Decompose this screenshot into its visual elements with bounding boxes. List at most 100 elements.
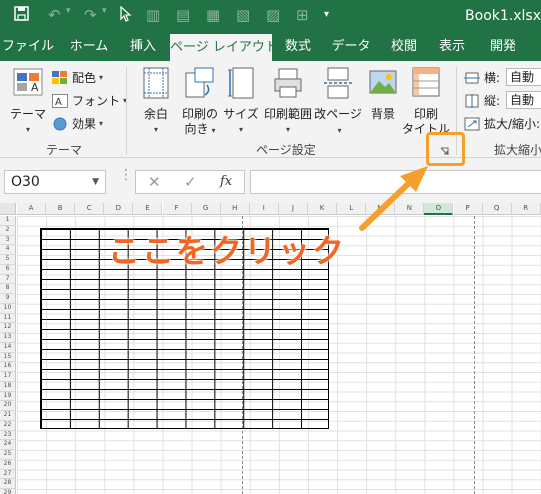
pointer-icon[interactable] [120,6,132,22]
column-header-l[interactable]: L [337,203,367,215]
name-box-dropdown-icon[interactable]: ▼ [92,171,99,193]
column-header-q[interactable]: Q [482,203,512,215]
row-header-1[interactable]: 1 [0,216,16,226]
column-header-j[interactable]: J [278,203,308,215]
column-header-d[interactable]: D [104,203,134,215]
toolbar-icon-2[interactable]: ▤ [176,6,190,24]
undo-icon[interactable]: ↶ [48,6,61,24]
tab-file[interactable]: ファイル [0,33,56,61]
tab-page-layout[interactable]: ページ レイアウト [170,34,278,61]
tab-formulas[interactable]: 数式 [276,33,320,61]
cancel-icon[interactable]: ✕ [148,173,161,191]
height-select[interactable]: 自動 [506,91,541,109]
enter-icon[interactable]: ✓ [184,173,197,191]
row-header-3[interactable]: 3 [0,235,16,246]
orientation-button[interactable]: 印刷の 向き ▾ [178,67,222,138]
formula-bar-grip-icon[interactable]: ⋮ [119,168,133,182]
column-header-f[interactable]: F [162,203,192,215]
annotation-text: ここをクリック [108,232,347,270]
scale-icon [464,117,480,131]
row-header-9[interactable]: 9 [0,294,16,304]
row-header-7[interactable]: 7 [0,274,16,285]
themes-button[interactable]: A テーマ ▾ [8,67,48,137]
row-header-18[interactable]: 18 [0,381,16,392]
row-header-26[interactable]: 26 [0,459,16,470]
svg-text:A: A [31,81,39,94]
row-header-23[interactable]: 23 [0,430,16,441]
row-header-10[interactable]: 10 [0,303,16,314]
orientation-label-1: 印刷の [181,107,218,121]
size-button[interactable]: サイズ ▾ [222,67,260,137]
tab-view[interactable]: 表示 [430,33,474,61]
row-header-16[interactable]: 16 [0,362,16,372]
tab-data[interactable]: データ [324,33,378,61]
redo-dropdown-icon[interactable]: ▾ [102,6,107,16]
toolbar-icon-3[interactable]: ▦ [206,6,220,24]
effects-button[interactable]: 効果 ▾ [52,115,103,132]
column-header-r[interactable]: R [511,203,541,215]
colors-icon [52,70,68,85]
column-header-p[interactable]: P [453,203,483,215]
print-titles-button[interactable]: 印刷 タイトル [402,67,450,137]
row-header-12[interactable]: 12 [0,323,16,333]
row-header-8[interactable]: 8 [0,284,16,294]
fonts-button[interactable]: A フォント▾ [52,92,127,109]
column-header-e[interactable]: E [133,203,163,215]
toolbar-icon-5[interactable]: ▨ [266,6,280,24]
column-header-i[interactable]: I [249,203,279,215]
row-header-22[interactable]: 22 [0,420,16,431]
breaks-button[interactable]: 改ページ▾ [314,67,362,138]
row-header-5[interactable]: 5 [0,255,16,265]
scale-control: 拡大/縮小: [464,115,540,132]
row-header-17[interactable]: 17 [0,372,16,382]
column-header-b[interactable]: B [46,203,76,215]
column-header-m[interactable]: M [366,203,396,215]
save-icon[interactable] [14,6,29,21]
row-header-20[interactable]: 20 [0,401,16,411]
row-header-4[interactable]: 4 [0,245,16,255]
row-header-11[interactable]: 11 [0,313,16,324]
width-label: 横: [484,71,501,85]
column-header-o[interactable]: O [424,203,454,215]
column-header-a[interactable]: A [17,203,47,215]
insert-function-icon[interactable]: fx [220,174,232,189]
redo-icon[interactable]: ↷ [84,6,97,24]
row-header-19[interactable]: 19 [0,391,16,402]
toolbar-icon-1[interactable]: ▥ [146,6,160,24]
column-header-k[interactable]: K [308,203,338,215]
row-header-13[interactable]: 13 [0,333,16,343]
background-button[interactable]: 背景 [364,67,402,122]
print-area-button[interactable]: 印刷範囲 ▾ [262,67,314,137]
tab-review[interactable]: 校閲 [382,33,426,61]
tab-home[interactable]: ホーム [60,33,118,61]
row-header-25[interactable]: 25 [0,450,16,460]
row-header-24[interactable]: 24 [0,440,16,450]
height-label: 縦: [484,94,501,108]
toolbar-icon-6[interactable]: ⊞ [296,6,309,24]
row-header-28[interactable]: 28 [0,479,16,489]
colors-button[interactable]: 配色 ▾ [52,69,103,86]
row-header-15[interactable]: 15 [0,352,16,363]
margins-icon [136,67,176,103]
width-select[interactable]: 自動 [506,68,541,86]
name-box[interactable]: O30 ▼ [4,170,106,194]
column-header-n[interactable]: N [395,203,425,215]
page-setup-group-label: ページ設定 [256,143,316,157]
select-all-button[interactable] [0,203,16,215]
row-header-21[interactable]: 21 [0,411,16,421]
column-header-c[interactable]: C [75,203,105,215]
undo-dropdown-icon[interactable]: ▾ [66,6,71,16]
row-header-6[interactable]: 6 [0,264,16,275]
margins-button[interactable]: 余白 ▾ [136,67,176,137]
row-header-2[interactable]: 2 [0,225,16,236]
column-header-g[interactable]: G [191,203,221,215]
tab-developer[interactable]: 開発 [478,33,528,61]
toolbar-icon-4[interactable]: ▧ [236,6,250,24]
row-header-14[interactable]: 14 [0,342,16,353]
row-header-29[interactable]: 29 [0,489,16,494]
row-header-27[interactable]: 27 [0,469,16,480]
formula-input[interactable] [250,170,541,194]
column-header-h[interactable]: H [220,203,250,215]
customize-qat-icon[interactable]: ▾ [324,9,329,20]
tab-insert[interactable]: 挿入 [120,33,166,61]
